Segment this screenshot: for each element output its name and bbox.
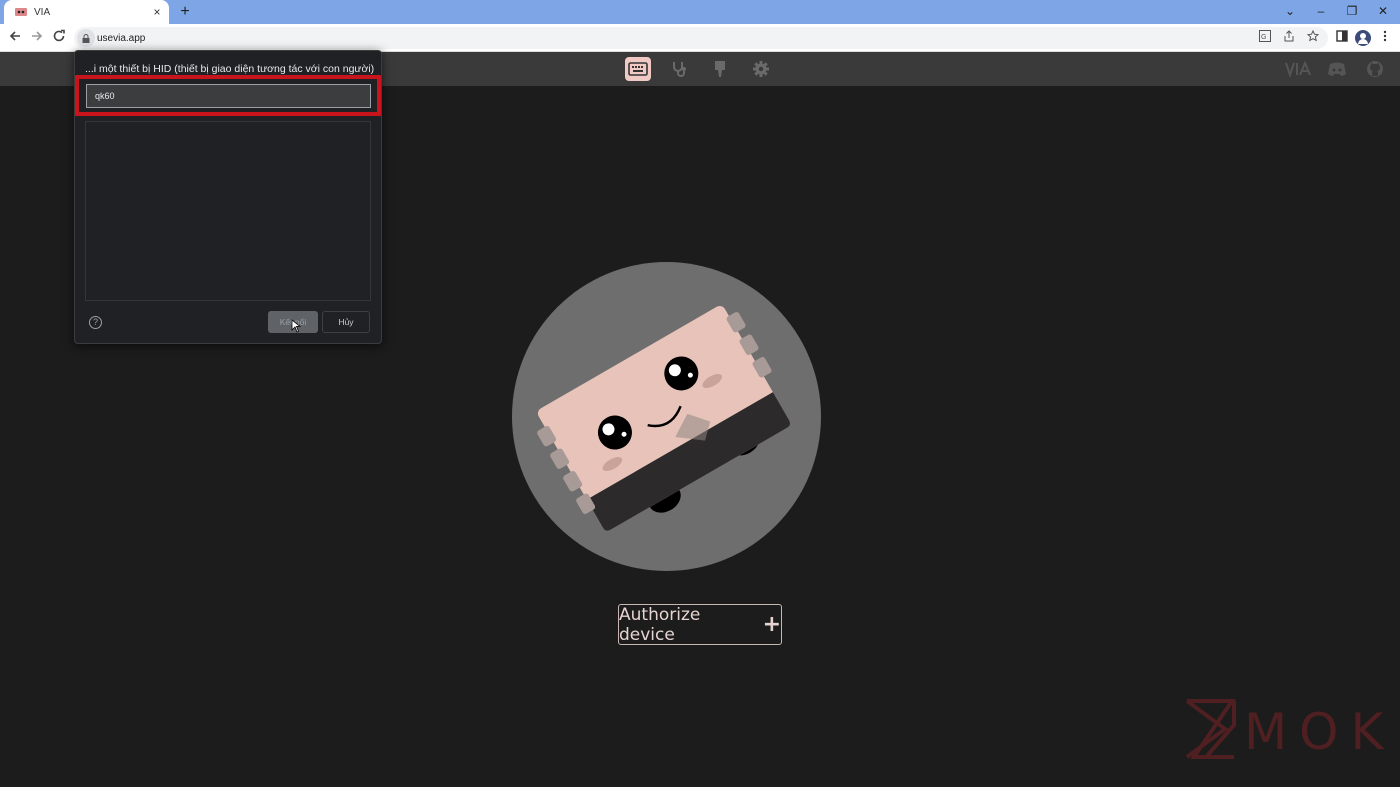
translate-icon[interactable]: G: [1258, 30, 1272, 44]
hid-chooser-dialog: ...i một thiết bị HID (thiết bị giao diệ…: [74, 50, 382, 344]
back-icon[interactable]: [6, 29, 24, 47]
design-icon[interactable]: [707, 57, 733, 81]
keyboard-mascot-illustration: [512, 262, 821, 571]
browser-tab-bar: VIA × + ⌄ – ❐ ✕: [0, 0, 1400, 24]
github-icon[interactable]: [1362, 57, 1388, 81]
svg-text:G: G: [1261, 34, 1266, 41]
maximize-button[interactable]: ❐: [1337, 0, 1367, 24]
stethoscope-icon[interactable]: [666, 57, 692, 81]
keyboard-icon[interactable]: [625, 57, 651, 81]
browser-menu-icon[interactable]: [1377, 30, 1393, 46]
side-panel-icon[interactable]: [1334, 30, 1350, 46]
reload-icon[interactable]: [50, 29, 68, 47]
watermark-text: MOKB: [1244, 703, 1384, 761]
share-icon[interactable]: [1282, 30, 1296, 44]
bookmark-star-icon[interactable]: [1306, 29, 1320, 44]
dialog-title: ...i một thiết bị HID (thiết bị giao diệ…: [85, 63, 375, 75]
mouse-cursor-icon: [291, 319, 301, 333]
browser-tab[interactable]: VIA ×: [4, 0, 169, 24]
tab-close-icon[interactable]: ×: [151, 5, 163, 19]
url-text: usevia.app: [97, 32, 146, 44]
authorize-device-label: Authorize device: [619, 604, 701, 645]
tab-search-icon[interactable]: ⌄: [1275, 0, 1305, 24]
minimize-button[interactable]: –: [1306, 0, 1336, 24]
cancel-button-label: Hủy: [338, 317, 354, 327]
via-logo[interactable]: [1284, 57, 1314, 81]
browser-toolbar: usevia.app G: [0, 24, 1400, 52]
settings-icon[interactable]: [748, 57, 774, 81]
authorize-device-button[interactable]: Authorize device +: [618, 604, 782, 645]
profile-avatar-icon[interactable]: [1355, 30, 1371, 46]
device-name: qk60: [95, 91, 115, 101]
plus-icon: +: [762, 611, 781, 637]
address-bar[interactable]: usevia.app G: [74, 27, 1328, 49]
help-icon[interactable]: ?: [89, 316, 102, 329]
device-list-item[interactable]: qk60: [86, 84, 371, 108]
new-tab-button[interactable]: +: [176, 3, 194, 21]
forward-icon[interactable]: [28, 29, 46, 47]
close-window-button[interactable]: ✕: [1368, 0, 1398, 24]
tab-title: VIA: [34, 6, 51, 18]
mokb-watermark-logo: MOKB: [1184, 697, 1400, 761]
lock-icon[interactable]: [77, 29, 95, 47]
device-list: [85, 121, 371, 301]
discord-icon[interactable]: [1324, 57, 1350, 81]
via-favicon-icon: [14, 6, 28, 18]
cancel-button[interactable]: Hủy: [322, 311, 370, 333]
